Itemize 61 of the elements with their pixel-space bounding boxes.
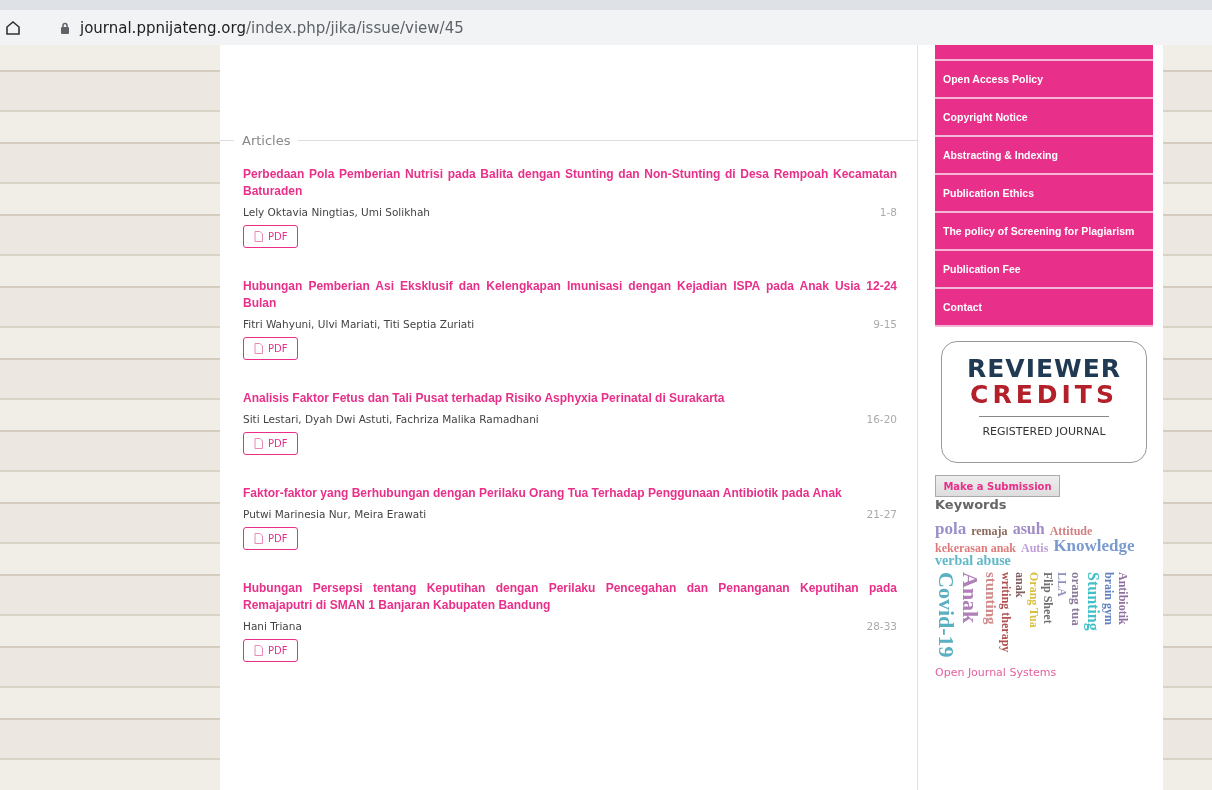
keyword-link[interactable]: anak xyxy=(1014,572,1026,598)
keyword-link[interactable]: Stunting xyxy=(1085,572,1101,631)
file-icon xyxy=(254,645,263,656)
pdf-button[interactable]: PDF xyxy=(243,432,299,455)
article-title-link[interactable]: Analisis Faktor Fetus dan Tali Pusat terhadap Risiko Asphyxia Perinatal di Surakarta xyxy=(243,390,897,407)
keyword-link[interactable]: pola xyxy=(935,520,967,537)
ojs-link[interactable]: Open Journal Systems xyxy=(935,665,1153,679)
article-title-link[interactable]: Faktor-faktor yang Berhubungan dengan Perilaku Orang Tua Terhadap Penggunaan Antibiotik pada Anak xyxy=(243,485,897,502)
badge-text: REVIEWER xyxy=(967,356,1121,382)
article-authors: Putwi Marinesia Nur, Meira Erawati xyxy=(243,508,427,520)
keyword-link[interactable]: brain gym xyxy=(1103,572,1115,625)
pdf-button[interactable]: PDF xyxy=(243,225,299,248)
menu-item[interactable]: Publication Fee xyxy=(935,251,1153,289)
keyword-link[interactable]: Autis xyxy=(1021,542,1049,554)
keyword-link[interactable]: Anak xyxy=(959,572,981,624)
keyword-link[interactable]: LLA xyxy=(1056,572,1068,597)
section-heading: Articles xyxy=(242,133,291,148)
pdf-button[interactable]: PDF xyxy=(243,527,299,550)
menu-item[interactable]: Abstracting & Indexing xyxy=(935,137,1153,175)
keyword-link[interactable]: writing therapy xyxy=(1000,572,1012,653)
keyword-link[interactable]: kekerasan anak xyxy=(935,542,1017,554)
keyword-link[interactable]: verbal abuse xyxy=(935,554,1011,568)
page-range: 16-20 xyxy=(866,413,897,425)
keyword-link[interactable]: Flip Sheet xyxy=(1042,572,1054,624)
article-title-link[interactable]: Hubungan Pemberian Asi Eksklusif dan Kelengkapan Imunisasi dengan Kejadian ISPA pada Anak Usia 12-24 Bulan xyxy=(243,278,897,312)
keyword-link[interactable]: stunting xyxy=(983,572,998,625)
home-icon[interactable] xyxy=(6,20,20,35)
menu-item[interactable]: Contact xyxy=(935,289,1153,327)
page-range: 28-33 xyxy=(866,620,897,632)
submission-button[interactable]: Make a Submission xyxy=(935,475,1060,497)
article-authors: Hani Triana xyxy=(243,620,302,632)
article-authors: Lely Oktavia Ningtias, Umi Solikhah xyxy=(243,206,431,218)
page-range: 9-15 xyxy=(873,318,897,330)
keyword-link[interactable]: Attitude xyxy=(1049,525,1093,537)
pdf-button[interactable]: PDF xyxy=(243,639,299,662)
pdf-button[interactable]: PDF xyxy=(243,337,299,360)
lock-icon xyxy=(60,21,70,34)
keyword-link[interactable]: Antibiotik xyxy=(1117,572,1129,625)
keyword-link[interactable]: orang tua xyxy=(1070,572,1083,626)
keyword-link[interactable]: asuh xyxy=(1012,521,1045,537)
reviewer-credits-badge[interactable]: REVIEWER CREDITS REGISTERED JOURNAL xyxy=(941,341,1147,463)
menu-item[interactable]: The policy of Screening for Plagiarism xyxy=(935,213,1153,251)
article-title-link[interactable]: Hubungan Persepsi tentang Keputihan dengan Perilaku Pencegahan dan Penanganan Keputihan pada Remajaputri di SMAN 1 Banjaran Kabupaten Bandung xyxy=(243,580,897,614)
article-authors: Siti Lestari, Dyah Dwi Astuti, Fachriza Malika Ramadhani xyxy=(243,413,539,425)
badge-text: CREDITS xyxy=(970,382,1118,408)
menu-item[interactable]: Copyright Notice xyxy=(935,99,1153,137)
keyword-link[interactable]: Covid-19 xyxy=(935,572,957,658)
file-icon xyxy=(254,533,263,544)
file-icon xyxy=(254,231,263,242)
keyword-link[interactable]: Knowledge xyxy=(1053,537,1135,554)
badge-caption: REGISTERED JOURNAL xyxy=(982,425,1106,438)
article-authors: Fitri Wahyuni, Ulvi Mariati, Titi Septia Zuriati xyxy=(243,318,475,330)
keyword-link[interactable]: remaja xyxy=(971,525,1008,537)
menu-item[interactable]: Open Access Policy xyxy=(935,61,1153,99)
article-title-link[interactable]: Perbedaan Pola Pemberian Nutrisi pada Balita dengan Stunting dan Non-Stunting di Desa Rempoah Kecamatan Baturaden xyxy=(243,166,897,200)
page-range: 21-27 xyxy=(866,508,897,520)
file-icon xyxy=(254,438,263,449)
file-icon xyxy=(254,343,263,354)
page-range: 1-8 xyxy=(879,206,897,218)
keywords-heading: Keywords xyxy=(935,497,1008,512)
menu-item[interactable]: Publication Ethics xyxy=(935,175,1153,213)
